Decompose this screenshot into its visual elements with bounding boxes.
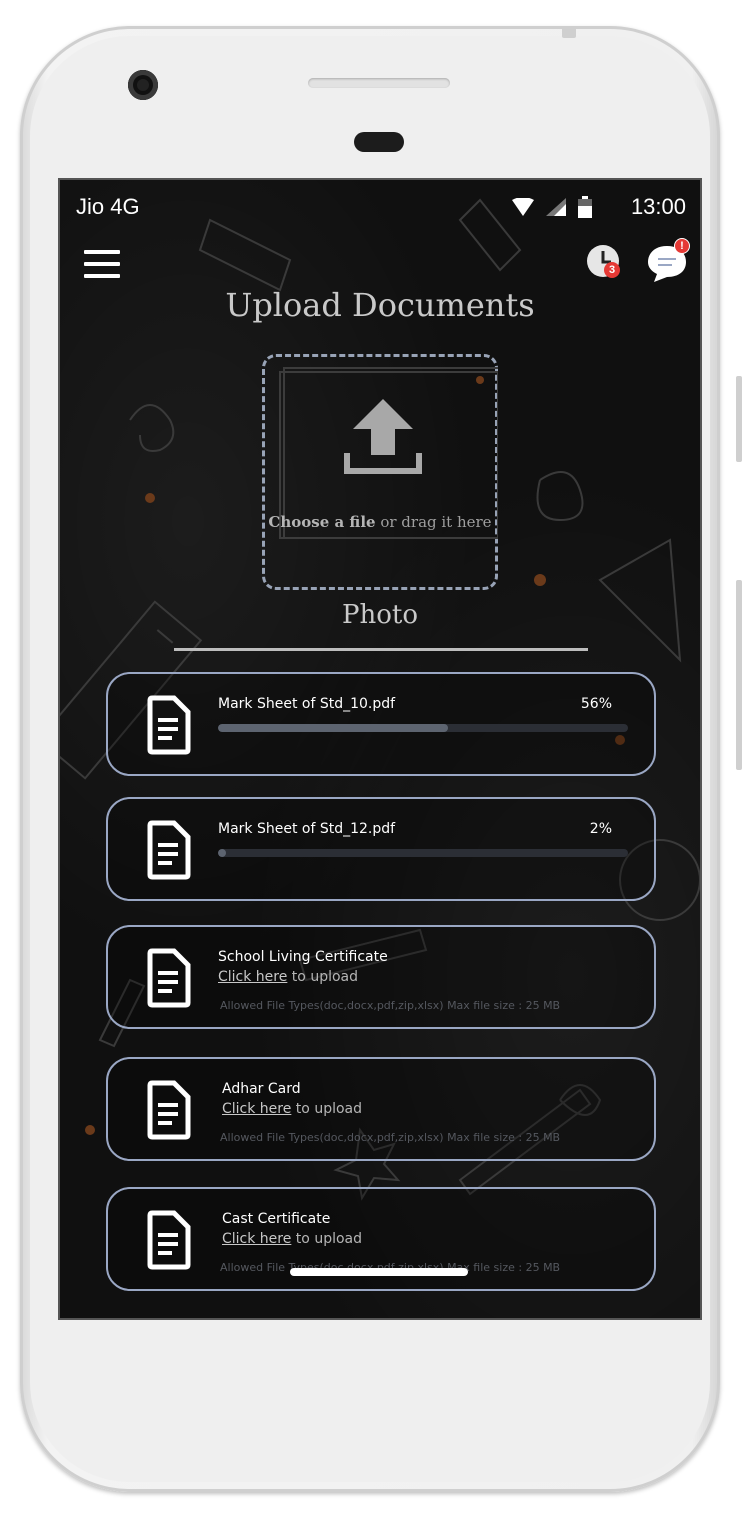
home-indicator[interactable]: [290, 1268, 468, 1276]
drag-hint: or drag it here: [375, 513, 492, 531]
upload-suffix: to upload: [291, 1101, 362, 1117]
upload-prompt: Click here to upload: [222, 1231, 362, 1247]
upload-percent: 56%: [580, 696, 612, 712]
upload-suffix: to upload: [287, 969, 358, 985]
upload-prompt: Click here to upload: [218, 969, 358, 985]
upload-progress-fill: [218, 724, 448, 732]
document-icon: [147, 1080, 191, 1140]
document-name: Adhar Card: [222, 1081, 301, 1097]
document-name: Cast Certificate: [222, 1211, 331, 1227]
upload-percent: 2%: [589, 821, 612, 837]
upload-progress-bar: [218, 849, 628, 857]
proximity-sensor: [354, 132, 404, 152]
file-dropzone[interactable]: Choose a file or drag it here: [262, 354, 498, 590]
document-icon: [147, 695, 191, 755]
upload-progress-bar: [218, 724, 628, 732]
allowed-file-types: Allowed File Types(doc,docx,pdf,zip,xlsx…: [220, 999, 561, 1012]
section-label: Photo: [342, 600, 418, 630]
chat-button[interactable]: !: [644, 238, 694, 284]
allowed-file-types: Allowed File Types(doc,docx,pdf,zip,xlsx…: [220, 1131, 561, 1144]
document-icon: [147, 948, 191, 1008]
document-card-mark-sheet-12[interactable]: Mark Sheet of Std_12.pdf 2%: [106, 797, 656, 901]
top-button: [562, 26, 576, 38]
volume-button: [736, 580, 742, 770]
document-icon: [147, 1210, 191, 1270]
document-name: Mark Sheet of Std_12.pdf: [218, 821, 396, 837]
document-card-mark-sheet-10[interactable]: Mark Sheet of Std_10.pdf 56%: [106, 672, 656, 776]
wifi-icon: [512, 198, 534, 216]
front-camera: [128, 70, 158, 100]
page-title: Upload Documents: [225, 286, 535, 324]
choose-file-link[interactable]: Choose a file: [268, 513, 375, 531]
chat-badge: !: [674, 238, 690, 254]
section-divider: [174, 648, 588, 651]
document-name: School Living Certificate: [218, 949, 388, 965]
upload-icon: [344, 399, 422, 474]
hamburger-menu-icon[interactable]: [84, 250, 120, 278]
status-bar: Jio 4G 13:00: [60, 180, 700, 232]
upload-suffix: to upload: [291, 1231, 362, 1247]
carrier-label: Jio 4G: [76, 194, 140, 219]
history-button[interactable]: 3: [586, 244, 626, 284]
dropzone-text: Choose a file or drag it here: [265, 513, 495, 531]
earpiece-speaker: [308, 78, 450, 88]
document-icon: [147, 820, 191, 880]
history-badge: 3: [604, 262, 620, 278]
power-button: [736, 376, 742, 462]
document-card-school-living-certificate[interactable]: School Living Certificate Click here to …: [106, 925, 656, 1029]
document-card-adhar-card[interactable]: Adhar Card Click here to upload Allowed …: [106, 1057, 656, 1161]
click-here-link[interactable]: Click here: [218, 969, 287, 985]
click-here-link[interactable]: Click here: [222, 1101, 291, 1117]
clock-label: 13:00: [630, 194, 686, 219]
battery-icon: [578, 196, 592, 218]
signal-icon: [546, 198, 566, 216]
click-here-link[interactable]: Click here: [222, 1231, 291, 1247]
upload-progress-fill: [218, 849, 227, 857]
app-screen: Jio 4G 13:00 3 ! Upload Documents Choose…: [58, 178, 702, 1320]
upload-prompt: Click here to upload: [222, 1101, 362, 1117]
document-name: Mark Sheet of Std_10.pdf: [218, 696, 396, 712]
status-icons: [512, 196, 592, 218]
